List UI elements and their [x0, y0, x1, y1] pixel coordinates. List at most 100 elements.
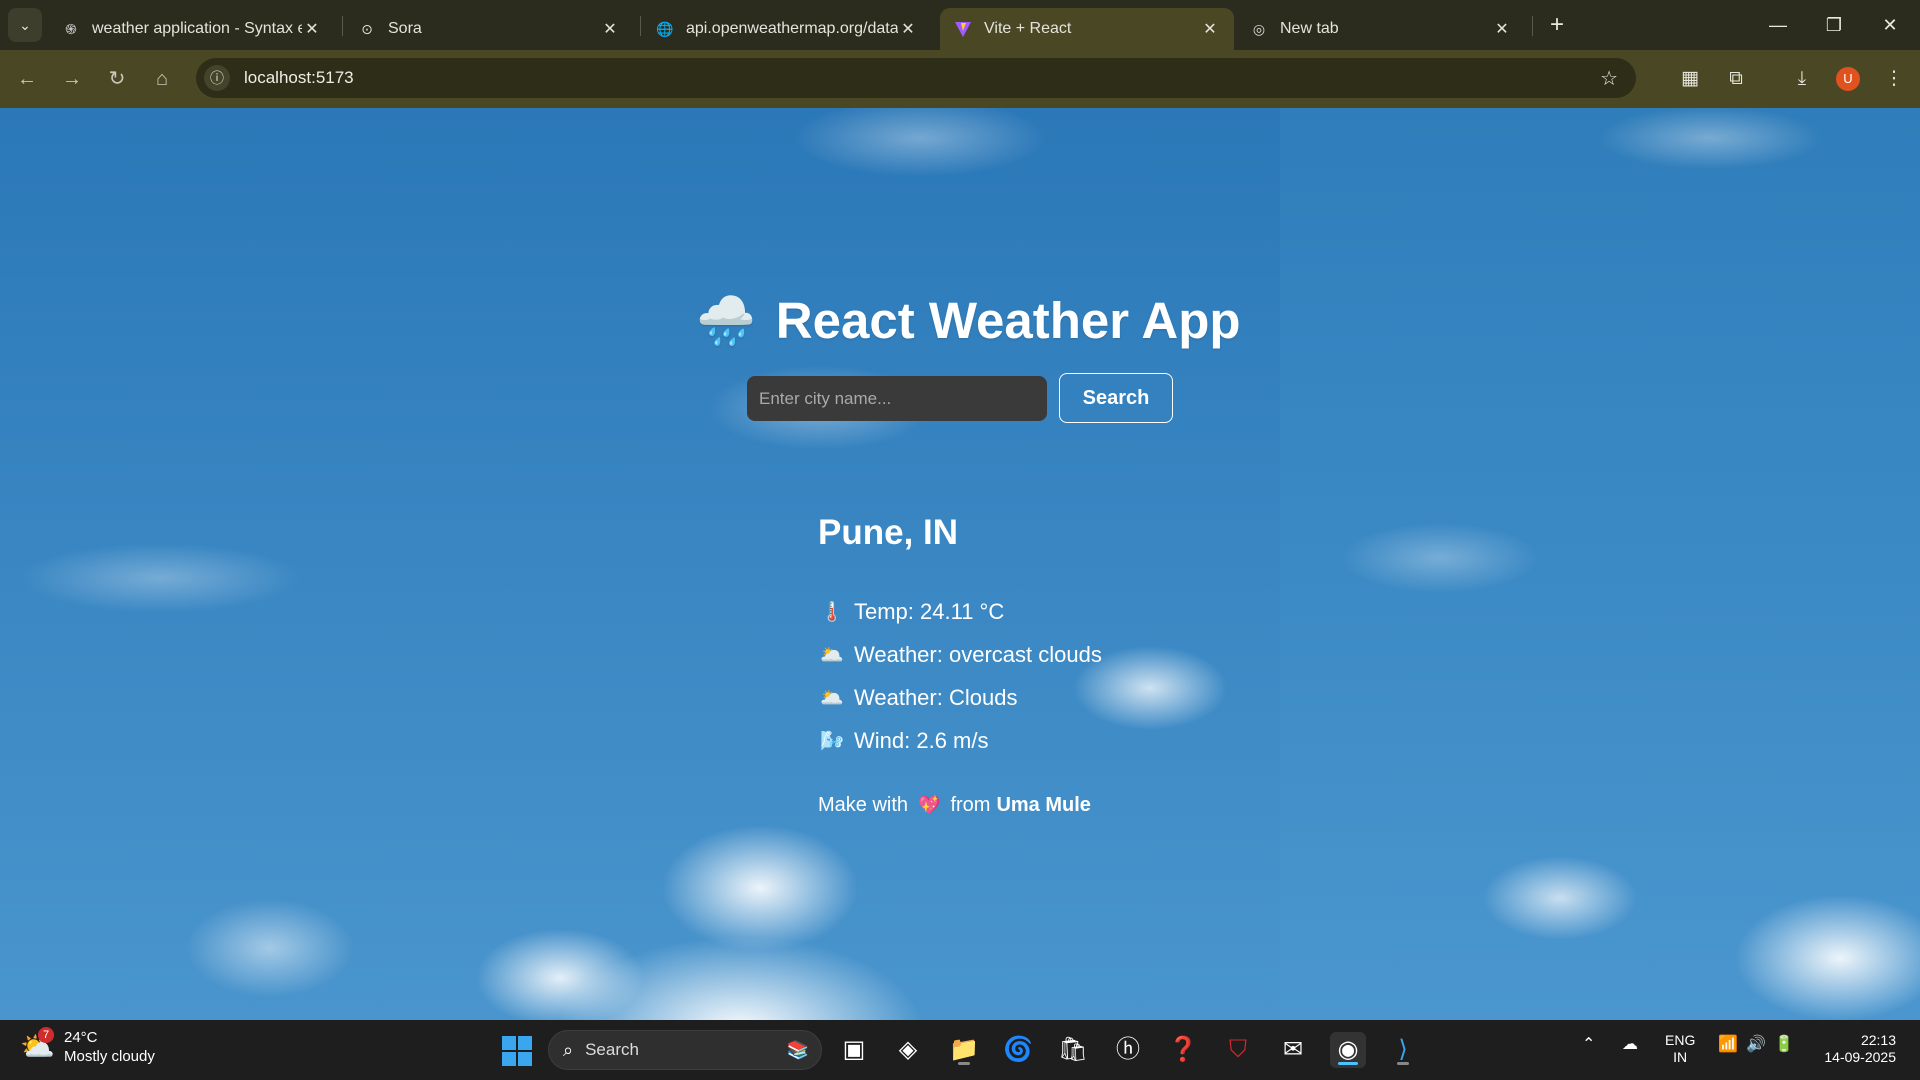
site-info-icon[interactable]: ⓘ — [204, 65, 230, 91]
chevron-up-icon[interactable]: ⌃ — [1582, 1034, 1595, 1054]
system-clock[interactable]: 22:13 14-09-2025 — [1812, 1032, 1896, 1066]
taskbar-search-label: Search — [585, 1040, 639, 1059]
wind-icon: 🌬️ — [820, 731, 844, 752]
city-search-input[interactable] — [747, 376, 1047, 421]
search-button[interactable]: Search — [1059, 373, 1173, 423]
clock-time: 22:13 — [1860, 1032, 1896, 1048]
extensions-puzzle-icon[interactable]: ⧉ — [1722, 65, 1750, 93]
reload-button[interactable]: ↻ — [102, 64, 132, 94]
weather-main-text: Weather: Clouds — [854, 685, 1018, 710]
copilot-icon[interactable]: ◈ — [890, 1032, 926, 1068]
vite-icon — [954, 20, 972, 38]
tab-title: api.openweathermap.org/data/ — [686, 20, 898, 37]
heart-icon: 💖 — [918, 795, 941, 815]
weather-description-row: 🌥️ Weather: overcast clouds — [818, 639, 1102, 671]
tab-separator — [640, 16, 641, 36]
credit-prefix: Make with — [818, 794, 909, 816]
chevron-down-icon: ⌄ — [19, 16, 31, 33]
openai-icon: ֍ — [65, 20, 77, 37]
wind-row: 🌬️ Wind: 2.6 m/s — [818, 725, 988, 757]
bookmark-star-icon[interactable]: ☆ — [1600, 66, 1618, 91]
file-explorer-icon[interactable]: 📁 — [946, 1032, 982, 1068]
tab-separator — [342, 16, 343, 36]
notification-badge: 7 — [38, 1027, 54, 1043]
tab-weather-application[interactable]: ֍ weather application - Syntax er ✕ — [48, 8, 336, 50]
wifi-icon[interactable]: 📶 — [1718, 1034, 1738, 1054]
task-view-icon[interactable]: ▣ — [836, 1032, 872, 1068]
translate-extension-icon[interactable]: ▦ — [1676, 65, 1704, 93]
download-icon[interactable]: ⤓ — [1788, 65, 1816, 93]
onedrive-icon[interactable]: ☁ — [1622, 1034, 1638, 1054]
tab-title: New tab — [1280, 20, 1339, 37]
tab-sora[interactable]: ⊙ Sora ✕ — [344, 8, 634, 50]
tab-separator — [1532, 16, 1533, 36]
browser-toolbar: ← → ↻ ⌂ ⓘ localhost:5173 ☆ ▦ ⧉ ⤓ ⋮ — [0, 50, 1920, 108]
city-name: Pune, IN — [818, 513, 959, 552]
close-icon[interactable]: ✕ — [302, 19, 322, 39]
tab-title: weather application - Syntax er — [92, 20, 302, 37]
credit-line: Make with 💖 from Uma Mule — [818, 794, 1091, 817]
language-code: ENG — [1665, 1032, 1696, 1048]
tab-title: Vite + React — [984, 20, 1072, 37]
partly-cloudy-icon: ⛅ 7 — [20, 1027, 55, 1062]
chrome-taskbar-icon[interactable]: ◉ — [1330, 1032, 1366, 1068]
search-icon: ⌕ — [563, 1039, 574, 1060]
taskbar: ⛅ 7 24°C Mostly cloudy ⌕ Search 📚 ▣ ◈ 📁 … — [0, 1020, 1920, 1080]
mcafee-icon[interactable]: ⛉ — [1220, 1032, 1256, 1068]
credit-middle: from — [950, 794, 991, 816]
weather-main-row: 🌥️ Weather: Clouds — [818, 682, 1017, 714]
tab-search-button[interactable]: ⌄ — [8, 8, 42, 42]
tab-title: Sora — [388, 20, 422, 37]
restore-button[interactable]: ❐ — [1810, 8, 1858, 42]
tab-vite-react[interactable]: Vite + React ✕ — [940, 8, 1234, 50]
thermometer-icon: 🌡️ — [820, 602, 844, 623]
sun-behind-cloud-icon: 🌥️ — [820, 688, 844, 709]
cloud-with-rain-icon: 🌧️ — [696, 294, 756, 348]
tab-new-tab[interactable]: ◎ New tab ✕ — [1236, 8, 1526, 50]
author-name: Uma Mule — [996, 794, 1091, 816]
search-highlight-icon: 📚 — [786, 1039, 809, 1060]
weather-description-text: Weather: overcast clouds — [854, 642, 1102, 667]
weather-widget[interactable]: ⛅ 7 24°C Mostly cloudy — [20, 1027, 155, 1066]
forward-button[interactable]: → — [57, 64, 87, 94]
temperature-text: Temp: 24.11 °C — [854, 599, 1005, 624]
clock-date: 14-09-2025 — [1824, 1049, 1896, 1065]
url-text[interactable]: localhost:5173 — [244, 68, 354, 88]
sora-icon: ⊙ — [361, 20, 373, 37]
close-icon[interactable]: ✕ — [600, 19, 620, 39]
microsoft-store-icon[interactable]: 🛍 — [1055, 1032, 1091, 1068]
background-panel — [1280, 108, 1920, 1020]
weather-widget-temp: 24°C — [64, 1029, 98, 1046]
vscode-icon[interactable]: ⟩ — [1385, 1032, 1421, 1068]
taskbar-search-box[interactable]: ⌕ Search 📚 — [548, 1030, 822, 1070]
close-icon[interactable]: ✕ — [898, 19, 918, 39]
chrome-icon: ◎ — [1252, 20, 1266, 37]
kebab-menu-icon[interactable]: ⋮ — [1880, 65, 1908, 93]
new-tab-button[interactable]: + — [1543, 12, 1571, 40]
edge-browser-icon[interactable]: 🌀 — [1000, 1032, 1036, 1068]
close-icon[interactable]: ✕ — [1492, 19, 1512, 39]
outlook-icon[interactable]: ✉ — [1275, 1032, 1311, 1068]
volume-icon[interactable]: 🔊 — [1746, 1034, 1766, 1054]
close-icon[interactable]: ✕ — [1200, 19, 1220, 39]
hp-icon[interactable]: ⓗ — [1110, 1032, 1146, 1068]
tab-openweathermap-api[interactable]: 🌐 api.openweathermap.org/data/ ✕ — [642, 8, 932, 50]
region-code: IN — [1673, 1049, 1688, 1065]
back-button[interactable]: ← — [12, 64, 42, 94]
temperature-row: 🌡️ Temp: 24.11 °C — [818, 596, 1004, 628]
windows-start-button[interactable] — [502, 1036, 532, 1066]
home-button[interactable]: ⌂ — [147, 64, 177, 94]
sun-behind-cloud-icon: 🌥️ — [820, 645, 844, 666]
address-bar[interactable]: ⓘ localhost:5173 ☆ — [196, 58, 1636, 98]
page-viewport: 🌧️ React Weather App Search Pune, IN 🌡️ … — [0, 108, 1920, 1020]
browser-tab-strip: ⌄ ֍ weather application - Syntax er ✕ ⊙ … — [0, 0, 1920, 50]
minimize-button[interactable]: — — [1754, 8, 1802, 42]
weather-widget-condition: Mostly cloudy — [64, 1048, 155, 1065]
battery-icon[interactable]: 🔋 — [1774, 1034, 1794, 1054]
profile-avatar[interactable]: U — [1836, 67, 1860, 91]
window-close-button[interactable]: ✕ — [1866, 8, 1914, 42]
language-indicator[interactable]: ENG IN — [1665, 1032, 1695, 1066]
globe-icon: 🌐 — [656, 20, 674, 37]
help-icon[interactable]: ❓ — [1165, 1032, 1201, 1068]
wind-text: Wind: 2.6 m/s — [854, 728, 989, 753]
